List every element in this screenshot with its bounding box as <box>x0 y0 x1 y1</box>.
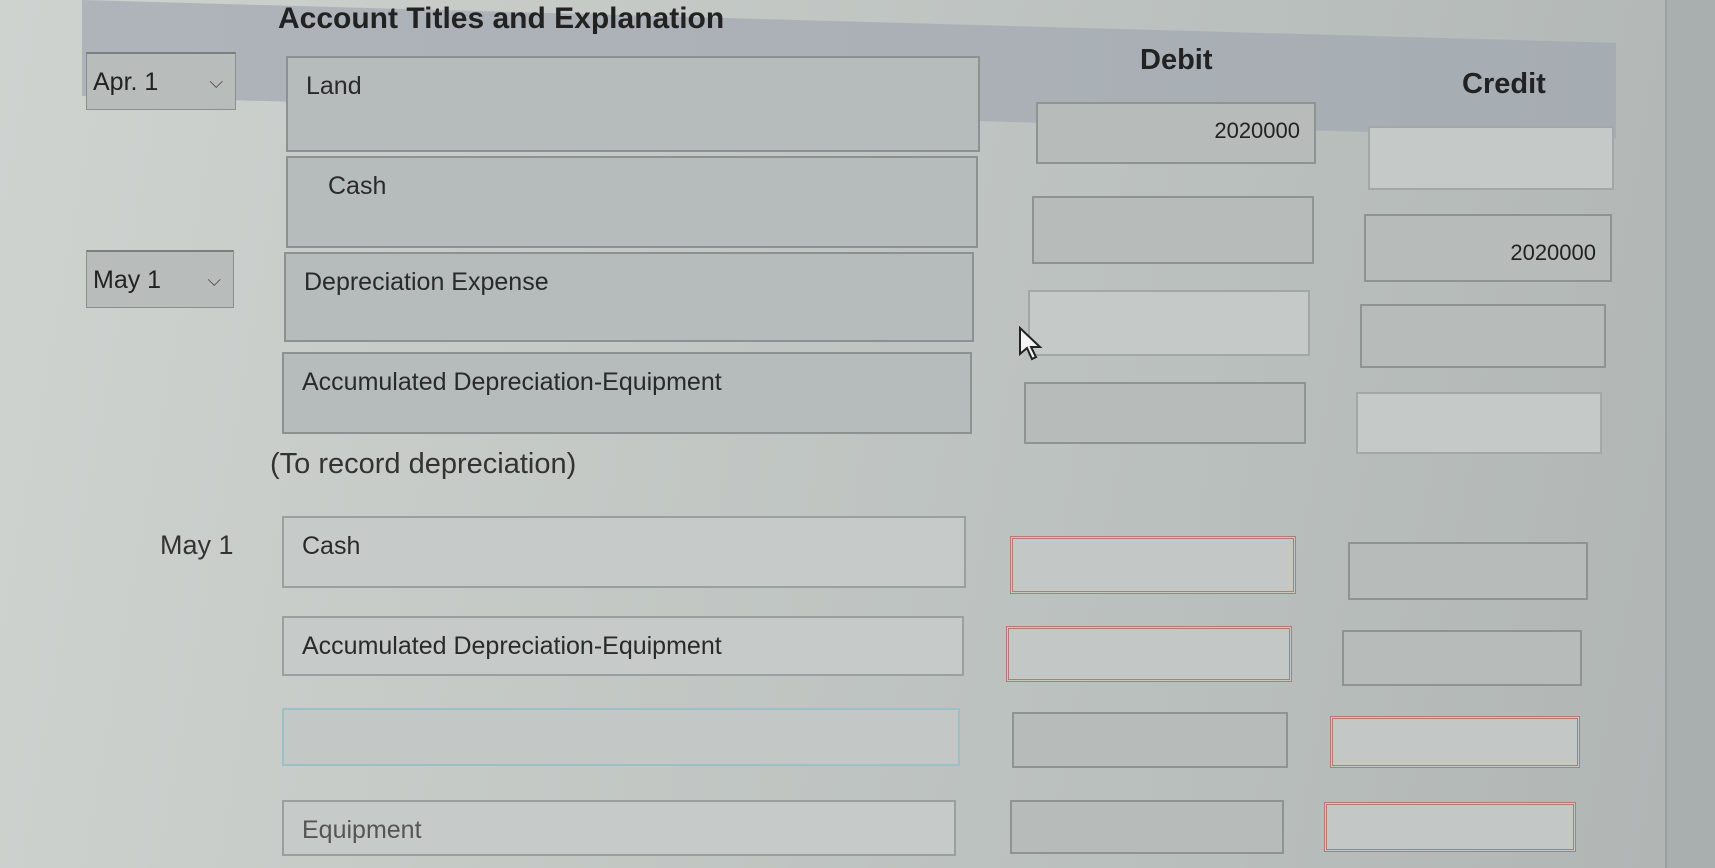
debit-input-empty[interactable] <box>1012 712 1288 768</box>
debit-input-equipment[interactable] <box>1010 800 1284 854</box>
account-input-equipment[interactable]: Equipment <box>282 800 956 856</box>
chevron-down-icon: ⌵ <box>207 270 221 290</box>
account-input-cash-2[interactable]: Cash <box>282 516 966 588</box>
credit-input-accumulated-depreciation-2[interactable] <box>1342 630 1582 686</box>
entry-explanation-note: (To record depreciation) <box>270 448 577 480</box>
date-select-value: Apr. 1 <box>93 68 159 96</box>
debit-value: 2020000 <box>1214 118 1300 143</box>
credit-value: 2020000 <box>1510 240 1596 265</box>
debit-input-cash[interactable] <box>1032 196 1314 264</box>
credit-input-land[interactable] <box>1368 126 1614 190</box>
credit-input-cash[interactable]: 2020000 <box>1364 214 1612 282</box>
debit-input-depreciation-expense[interactable] <box>1028 290 1310 356</box>
mouse-pointer-icon <box>1019 326 1043 361</box>
date-select-may1[interactable]: May 1 ⌵ <box>86 250 234 308</box>
header-account-titles: Account Titles and Explanation <box>278 2 725 35</box>
credit-input-equipment[interactable] <box>1324 802 1576 852</box>
account-input-empty[interactable] <box>282 708 960 766</box>
scroll-edge <box>1665 0 1715 868</box>
credit-input-accumulated-depreciation[interactable] <box>1356 392 1602 454</box>
credit-input-cash-2[interactable] <box>1348 542 1588 600</box>
header-credit: Credit <box>1462 68 1546 100</box>
account-input-land[interactable]: Land <box>286 56 980 152</box>
account-value: Cash <box>328 172 387 200</box>
header-debit: Debit <box>1140 44 1213 76</box>
chevron-down-icon: ⌵ <box>209 72 223 92</box>
account-input-accumulated-depreciation-2[interactable]: Accumulated Depreciation-Equipment <box>282 616 964 676</box>
debit-input-accumulated-depreciation-2[interactable] <box>1006 626 1292 682</box>
date-select-value: May 1 <box>93 266 162 294</box>
account-value: Accumulated Depreciation-Equipment <box>302 632 722 660</box>
account-value: Accumulated Depreciation-Equipment <box>302 368 722 396</box>
account-value: Depreciation Expense <box>304 268 549 296</box>
account-value: Cash <box>302 532 361 560</box>
debit-input-cash-2[interactable] <box>1010 536 1296 594</box>
account-value: Equipment <box>302 816 422 844</box>
date-select-apr1[interactable]: Apr. 1 ⌵ <box>86 52 236 110</box>
date-label-may1: May 1 <box>160 530 234 560</box>
account-input-depreciation-expense[interactable]: Depreciation Expense <box>284 252 974 342</box>
account-value: Land <box>306 72 362 100</box>
credit-input-empty[interactable] <box>1330 716 1580 768</box>
account-input-cash[interactable]: Cash <box>286 156 978 248</box>
debit-input-accumulated-depreciation[interactable] <box>1024 382 1306 444</box>
debit-input-land[interactable]: 2020000 <box>1036 102 1316 164</box>
credit-input-depreciation-expense[interactable] <box>1360 304 1606 368</box>
account-input-accumulated-depreciation[interactable]: Accumulated Depreciation-Equipment <box>282 352 972 434</box>
journal-entry-page: Account Titles and Explanation Debit Cre… <box>0 0 1715 868</box>
